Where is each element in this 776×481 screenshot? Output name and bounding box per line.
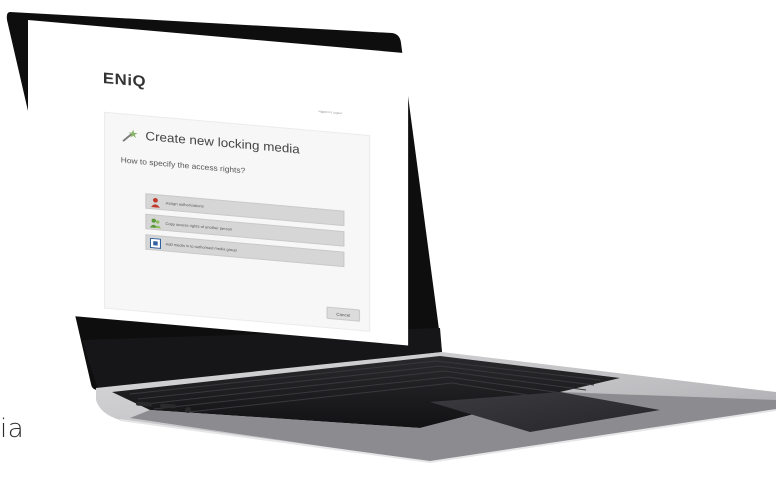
app-logo: ENiQ xyxy=(102,69,147,91)
create-media-dialog: Create new locking media How to specify … xyxy=(104,111,371,332)
option-label: Copy access rights of another person xyxy=(165,221,233,232)
user-session-links[interactable]: logged in | Logout xyxy=(319,110,342,115)
group-blue-icon xyxy=(149,237,162,249)
cancel-button[interactable]: Cancel xyxy=(326,306,361,322)
caption-text: ia xyxy=(0,414,25,444)
magic-wand-icon xyxy=(122,129,138,142)
access-option-list: Assign authorizations Copy access rights… xyxy=(145,193,345,272)
screen-display: ENiQ logged in | Logout Create new locki… xyxy=(28,20,409,346)
persons-green-icon xyxy=(149,218,162,228)
option-label: Add media in to authorised media group xyxy=(165,241,237,253)
audio-jack xyxy=(185,407,191,413)
option-label: Assign authorizations xyxy=(165,200,204,209)
dialog-title: Create new locking media xyxy=(145,128,300,157)
person-red-icon xyxy=(150,197,160,208)
access-rights-question: How to specify the access rights? xyxy=(120,155,246,176)
